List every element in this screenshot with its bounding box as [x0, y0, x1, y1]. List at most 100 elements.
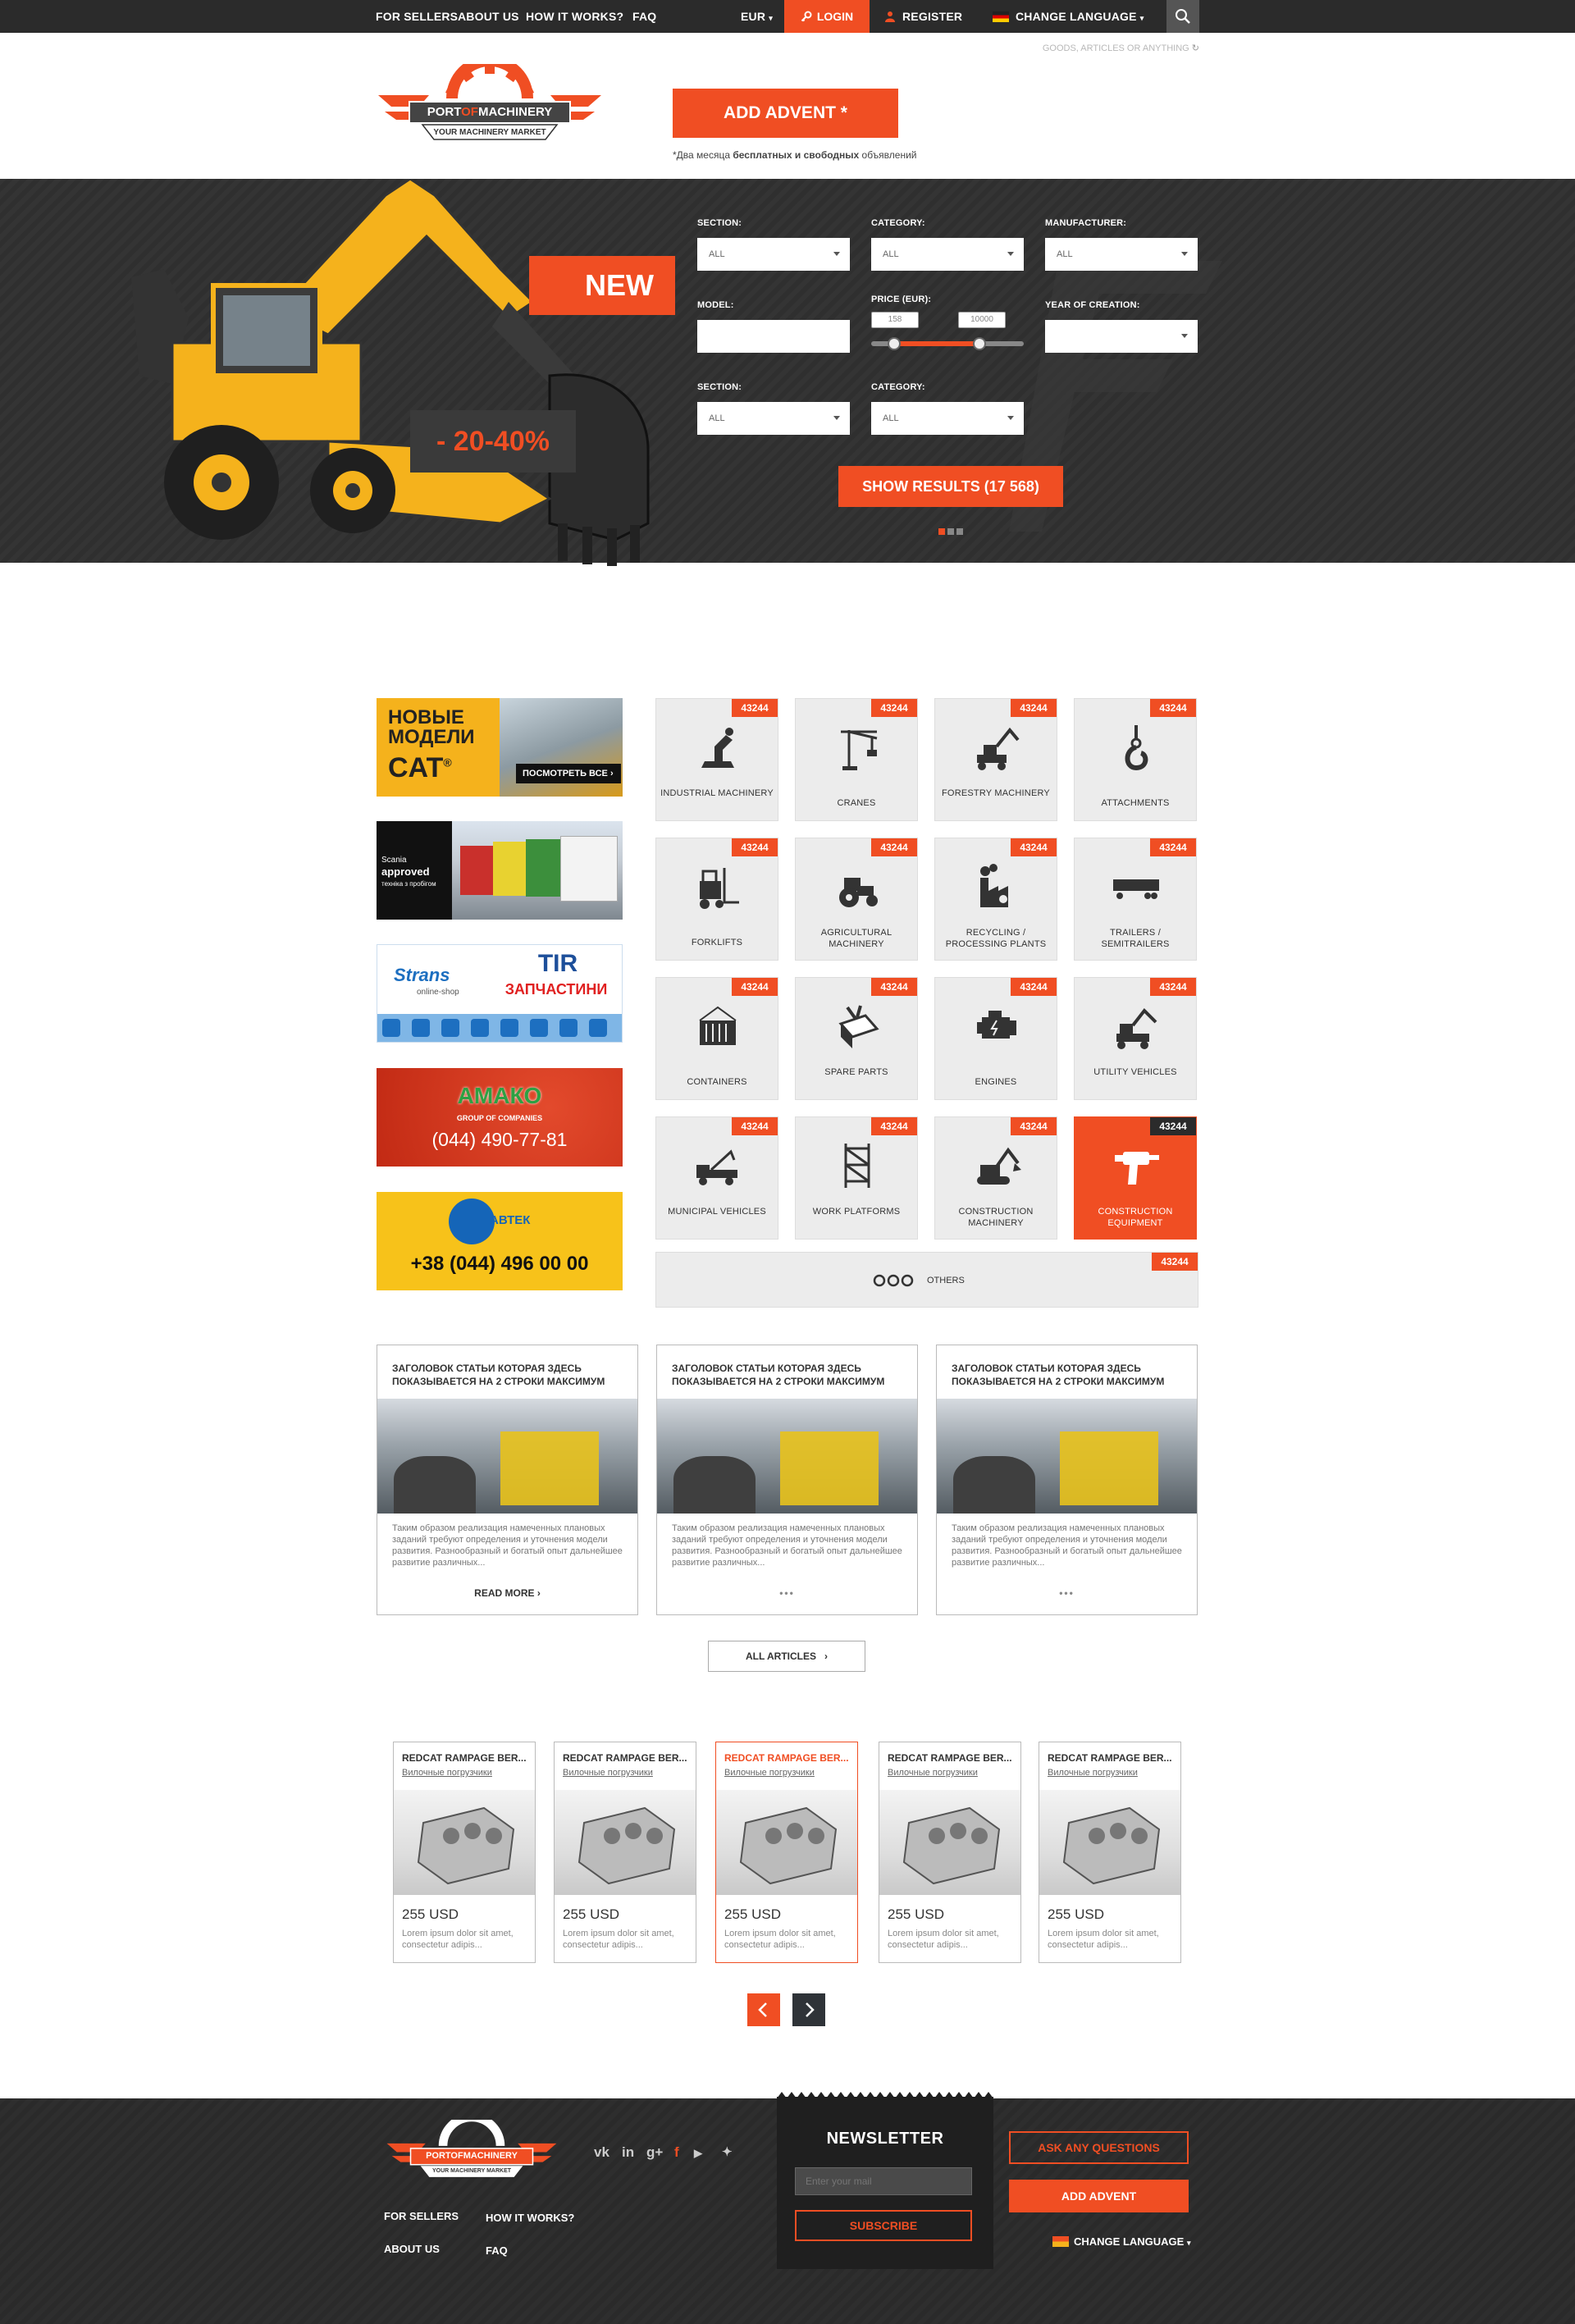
carousel-prev-button[interactable] [747, 1993, 780, 2026]
nav-about-us[interactable]: ABOUT US [458, 0, 519, 33]
category-select[interactable]: ALL [871, 238, 1024, 271]
slider-dot-1[interactable] [938, 528, 945, 535]
category-tile[interactable]: 43244 CONSTRUCTION EQUIPMENT [1074, 1116, 1197, 1240]
category-tile[interactable]: 43244 CONSTRUCTION MACHINERY [934, 1116, 1057, 1240]
category-tile[interactable]: 43244 FORESTRY MACHINERY [934, 698, 1057, 821]
category-tile[interactable]: 43244 TRAILERS / SEMITRAILERS [1074, 838, 1197, 961]
product-title[interactable]: REDCAT RAMPAGE BER... [563, 1752, 687, 1764]
manufacturer-value: ALL [1057, 249, 1073, 259]
price-max-field[interactable]: 10000 [958, 312, 1006, 328]
article-card[interactable]: ЗАГОЛОВОК СТАТЬИ КОТОРАЯ ЗДЕСЬ ПОКАЗЫВАЕ… [377, 1345, 638, 1615]
slider-handle-min[interactable] [888, 337, 901, 350]
product-category-link[interactable]: Вилочные погрузчики [563, 1768, 653, 1778]
product-card[interactable]: REDCAT RAMPAGE BER... Вилочные погрузчики… [879, 1742, 1021, 1963]
slider-handle-max[interactable] [973, 337, 986, 350]
subscribe-button[interactable]: SUBSCRIBE [795, 2210, 972, 2241]
product-title[interactable]: REDCAT RAMPAGE BER... [1048, 1752, 1172, 1764]
youtube-icon[interactable]: ▶ [694, 2147, 702, 2160]
category-others[interactable]: 43244 OTHERS [655, 1252, 1198, 1308]
banner-amako[interactable]: АМАКО GROUP OF COMPANIES (044) 490-77-81 [377, 1068, 623, 1167]
product-category-link[interactable]: Вилочные погрузчики [402, 1768, 492, 1778]
user-icon [885, 11, 895, 22]
more-dots-button[interactable]: ••• [937, 1587, 1197, 1599]
register-link[interactable]: REGISTER [884, 0, 962, 33]
year-select[interactable] [1045, 320, 1198, 353]
category-tile[interactable]: 43244 RECYCLING / PROCESSING PLANTS [934, 838, 1057, 961]
banner-scania[interactable]: Scania approved техніка з пробігом [377, 821, 623, 920]
category-tile[interactable]: 43244 AGRICULTURAL MACHINERY [795, 838, 918, 961]
category-tile[interactable]: 43244 ENGINES [934, 977, 1057, 1100]
more-dots-button[interactable]: ••• [657, 1587, 917, 1599]
category2-select[interactable]: ALL [871, 402, 1024, 435]
article-title[interactable]: ЗАГОЛОВОК СТАТЬИ КОТОРАЯ ЗДЕСЬ ПОКАЗЫВАЕ… [672, 1362, 910, 1388]
language-select[interactable]: CHANGE LANGUAGE ▾ [993, 0, 1144, 33]
manufacturer-select[interactable]: ALL [1045, 238, 1198, 271]
ask-questions-button[interactable]: ASK ANY QUESTIONS [1009, 2131, 1189, 2164]
banner-strans[interactable]: Strans online-shop TIR ЗАПЧАСТИНИ [377, 944, 623, 1043]
product-card[interactable]: REDCAT RAMPAGE BER... Вилочные погрузчики… [393, 1742, 536, 1963]
category-tile[interactable]: 43244 FORKLIFTS [655, 838, 778, 961]
article-card[interactable]: ЗАГОЛОВОК СТАТЬИ КОТОРАЯ ЗДЕСЬ ПОКАЗЫВАЕ… [936, 1345, 1198, 1615]
category-tile[interactable]: 43244 CRANES [795, 698, 918, 821]
show-results-button[interactable]: SHOW RESULTS (17 568) [838, 466, 1063, 507]
carousel-next-button[interactable] [792, 1993, 825, 2026]
google-plus-icon[interactable]: g+ [646, 2144, 663, 2161]
logo[interactable]: PORTOFMACHINERY YOUR MACHINERY MARKET [377, 55, 603, 146]
category-tile[interactable]: 43244 UTILITY VEHICLES [1074, 977, 1197, 1100]
linkedin-icon[interactable]: in [622, 2144, 634, 2161]
price-min-field[interactable]: 158 [871, 312, 919, 328]
product-card[interactable]: REDCAT RAMPAGE BER... Вилочные погрузчики… [715, 1742, 858, 1963]
product-title[interactable]: REDCAT RAMPAGE BER... [888, 1752, 1012, 1764]
search-button[interactable] [1166, 0, 1199, 33]
twitter-icon[interactable]: ✦ [722, 2144, 733, 2159]
product-category-link[interactable]: Вилочные погрузчики [724, 1768, 815, 1778]
footer-add-advent-button[interactable]: ADD ADVENT [1009, 2180, 1189, 2212]
product-title[interactable]: REDCAT RAMPAGE BER... [724, 1752, 849, 1764]
product-category-link[interactable]: Вилочные погрузчики [888, 1768, 978, 1778]
read-more-label: READ MORE [474, 1587, 535, 1599]
article-title[interactable]: ЗАГОЛОВОК СТАТЬИ КОТОРАЯ ЗДЕСЬ ПОКАЗЫВАЕ… [392, 1362, 630, 1388]
search-input[interactable]: GOODS, ARTICLES OR ANYTHING ↻ [984, 43, 1199, 53]
banner-cat[interactable]: НОВЫЕ МОДЕЛИ CAT® ПОСМОТРЕТЬ ВСЕ › [377, 698, 623, 797]
footer-how-it-works[interactable]: HOW IT WORKS? [486, 2212, 574, 2224]
nav-faq[interactable]: FAQ [632, 0, 656, 33]
slider-dot-2[interactable] [947, 528, 954, 535]
login-button[interactable]: LOGIN [784, 0, 870, 33]
vk-icon[interactable]: vk [594, 2144, 609, 2161]
footer-language-select[interactable]: CHANGE LANGUAGE ▾ [1052, 2235, 1191, 2248]
price-range-slider[interactable]: 158 10000 [871, 312, 1024, 350]
price-label: PRICE (EUR): [871, 294, 932, 304]
article-image [937, 1399, 1197, 1514]
currency-select[interactable]: EUR ▾ [741, 0, 773, 33]
banner-avtek[interactable]: АВТЕК +38 (044) 496 00 00 [377, 1192, 623, 1290]
add-advent-button[interactable]: ADD ADVENT * [673, 89, 898, 138]
category-tile[interactable]: 43244 SPARE PARTS [795, 977, 918, 1100]
banner-cat-cta[interactable]: ПОСМОТРЕТЬ ВСЕ › [516, 764, 621, 783]
nav-how-it-works[interactable]: HOW IT WORKS? [526, 0, 623, 33]
read-more-link[interactable]: READ MORE › [377, 1587, 637, 1599]
footer-logo[interactable]: PORTOFMACHINERY YOUR MACHINERY MARKET [386, 2112, 558, 2182]
all-articles-button[interactable]: ALL ARTICLES › [708, 1641, 865, 1672]
newsletter-email-input[interactable] [795, 2167, 972, 2195]
category-tile[interactable]: 43244 CONTAINERS [655, 977, 778, 1100]
slider-dot-3[interactable] [956, 528, 963, 535]
category-tile[interactable]: 43244 INDUSTRIAL MACHINERY [655, 698, 778, 821]
footer-faq[interactable]: FAQ [486, 2244, 508, 2257]
footer-about-us[interactable]: ABOUT US [384, 2243, 440, 2255]
product-title[interactable]: REDCAT RAMPAGE BER... [402, 1752, 527, 1764]
category-tile[interactable]: 43244 WORK PLATFORMS [795, 1116, 918, 1240]
article-title[interactable]: ЗАГОЛОВОК СТАТЬИ КОТОРАЯ ЗДЕСЬ ПОКАЗЫВАЕ… [952, 1362, 1189, 1388]
product-category-link[interactable]: Вилочные погрузчики [1048, 1768, 1138, 1778]
section-select[interactable]: ALL [697, 238, 850, 271]
category-tile[interactable]: 43244 MUNICIPAL VEHICLES [655, 1116, 778, 1240]
facebook-icon[interactable]: f [674, 2144, 679, 2161]
model-input[interactable] [697, 320, 850, 353]
nav-for-sellers[interactable]: FOR SELLERS [376, 0, 458, 33]
product-price: 255 USD [1048, 1906, 1104, 1922]
category-tile[interactable]: 43244 ATTACHMENTS [1074, 698, 1197, 821]
article-card[interactable]: ЗАГОЛОВОК СТАТЬИ КОТОРАЯ ЗДЕСЬ ПОКАЗЫВАЕ… [656, 1345, 918, 1615]
product-card[interactable]: REDCAT RAMPAGE BER... Вилочные погрузчики… [554, 1742, 696, 1963]
product-card[interactable]: REDCAT RAMPAGE BER... Вилочные погрузчики… [1039, 1742, 1181, 1963]
footer-for-sellers[interactable]: FOR SELLERS [384, 2210, 459, 2222]
section2-select[interactable]: ALL [697, 402, 850, 435]
